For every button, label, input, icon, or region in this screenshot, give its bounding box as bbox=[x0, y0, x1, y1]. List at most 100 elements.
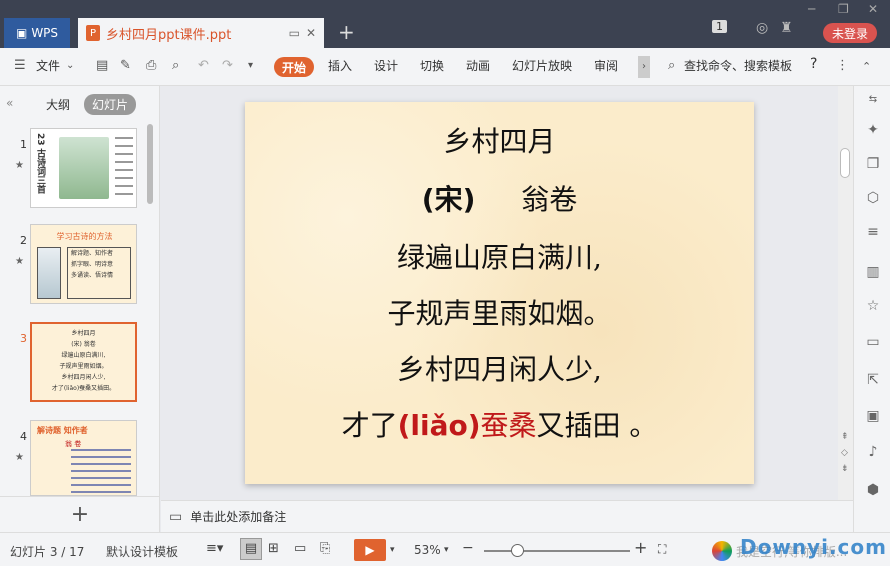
slide-thumb-row[interactable]: 1 ★ 23 古诗词三首 bbox=[0, 128, 150, 212]
command-search[interactable]: 查找命令、搜索模板 bbox=[684, 57, 792, 74]
tab-slideshow[interactable]: 幻灯片放映 bbox=[512, 57, 572, 74]
zoom-value[interactable]: 53% bbox=[414, 543, 441, 557]
zoom-in-icon[interactable]: + bbox=[634, 538, 647, 557]
scroll-nav-icon[interactable]: ◇ bbox=[841, 448, 848, 458]
redo-icon[interactable]: ↷ bbox=[222, 58, 233, 73]
tab-insert[interactable]: 插入 bbox=[328, 57, 352, 74]
collapse-ribbon-icon[interactable]: ⌃ bbox=[862, 60, 871, 73]
zoom-slider-track[interactable] bbox=[484, 550, 630, 552]
zoom-dropdown-icon[interactable]: ▾ bbox=[444, 545, 449, 555]
fit-window-icon[interactable]: ⛶ bbox=[658, 542, 666, 557]
notes-toggle-icon[interactable]: ≡▾ bbox=[206, 541, 223, 556]
highlighted-word: 蚕桑 bbox=[480, 409, 537, 442]
sparkle-icon[interactable]: ✦ bbox=[864, 122, 882, 140]
thumb-text-lines bbox=[115, 137, 133, 197]
normal-view-icon[interactable]: ▤ bbox=[240, 538, 262, 560]
new-tab-button[interactable]: + bbox=[338, 20, 355, 44]
scroll-down-icon[interactable]: ⇟ bbox=[841, 464, 849, 474]
format-painter-icon[interactable]: ✎ bbox=[120, 58, 131, 73]
close-tab-icon[interactable]: ✕ bbox=[306, 26, 316, 40]
tabs-more-icon[interactable]: › bbox=[638, 56, 650, 78]
method-item: 抓字眼、明诗意 bbox=[71, 261, 114, 268]
settings-sliders-icon[interactable]: ≡ bbox=[864, 224, 882, 242]
current-slide[interactable]: 乡村四月 (宋) 翁卷 绿遍山原白满川, 子规声里雨如烟。 乡村四月闲人少, 才… bbox=[245, 102, 754, 484]
menu-icon[interactable]: ☰ bbox=[14, 58, 26, 73]
chevron-down-icon[interactable]: ⌄ bbox=[66, 60, 74, 71]
tab-slides[interactable]: 幻灯片 bbox=[84, 94, 137, 115]
shirt-icon[interactable]: ♜ bbox=[780, 20, 793, 36]
poem-line-1[interactable]: 绿遍山原白满川, bbox=[245, 236, 754, 276]
tab-review[interactable]: 审阅 bbox=[594, 57, 618, 74]
thumb-title: 23 古诗词三首 bbox=[35, 133, 45, 194]
skin-icon[interactable]: ◎ bbox=[756, 20, 768, 36]
add-slide-button[interactable]: + bbox=[0, 496, 160, 532]
zoom-slider-knob[interactable] bbox=[511, 544, 524, 557]
zoom-out-icon[interactable]: − bbox=[462, 540, 474, 556]
notes-bar[interactable]: ▭ 单击此处添加备注 bbox=[161, 500, 853, 532]
save-icon[interactable]: ▤ bbox=[96, 58, 108, 73]
print-preview-icon[interactable]: ⌕ bbox=[172, 58, 179, 73]
notes-placeholder[interactable]: 单击此处添加备注 bbox=[190, 508, 286, 525]
tab-start[interactable]: 开始 bbox=[274, 57, 314, 77]
shield-icon[interactable]: ⬢ bbox=[864, 482, 882, 500]
poem-title[interactable]: 乡村四月 bbox=[245, 120, 754, 160]
canvas-scroll-thumb[interactable] bbox=[840, 148, 850, 178]
collapse-panel-icon[interactable]: « bbox=[6, 96, 13, 110]
print-icon[interactable]: ⎙ bbox=[146, 58, 156, 73]
poem-line-3[interactable]: 乡村四月闲人少, bbox=[245, 348, 754, 388]
template-label[interactable]: 默认设计模板 bbox=[106, 543, 178, 560]
slide-thumb-row[interactable]: 4 ★ 解诗题 知作者 翁 卷 bbox=[0, 420, 150, 504]
window-count-badge[interactable]: 1 bbox=[712, 20, 727, 33]
poem-line-2[interactable]: 子规声里雨如烟。 bbox=[245, 292, 754, 332]
reading-view-icon[interactable]: ▭ bbox=[294, 541, 306, 556]
document-tab[interactable]: P 乡村四月ppt课件.ppt ▭ ✕ bbox=[78, 18, 324, 48]
tab-animation[interactable]: 动画 bbox=[466, 57, 490, 74]
undo-icon[interactable]: ↶ bbox=[198, 58, 209, 73]
expand-sidebar-icon[interactable]: ⇆ bbox=[864, 94, 882, 112]
minimize-icon[interactable]: ─ bbox=[808, 2, 815, 16]
library-icon[interactable]: ▥ bbox=[864, 264, 882, 282]
poem-line-4[interactable]: 才了(liǎo)蚕桑又插田 。 bbox=[245, 404, 754, 444]
tab-outline[interactable]: 大纲 bbox=[46, 96, 70, 113]
login-button[interactable]: 未登录 bbox=[823, 23, 877, 43]
tab-design[interactable]: 设计 bbox=[374, 57, 398, 74]
play-dropdown-icon[interactable]: ▾ bbox=[390, 545, 395, 555]
file-menu[interactable]: 文件 bbox=[36, 57, 60, 74]
maximize-icon[interactable]: ❐ bbox=[838, 2, 849, 16]
star-icon[interactable]: ☆ bbox=[864, 298, 882, 316]
animation-star-icon: ★ bbox=[15, 452, 24, 463]
slide-thumbnail[interactable]: 解诗题 知作者 翁 卷 bbox=[30, 420, 137, 496]
shapes-icon[interactable]: ⬡ bbox=[864, 190, 882, 208]
thumb-line: 绿遍山原白满川, bbox=[61, 352, 106, 359]
presenter-view-icon[interactable]: ⎘ bbox=[320, 541, 330, 556]
thumb-title: 解诗题 知作者 bbox=[37, 426, 88, 435]
thumb-line: (宋) 翁卷 bbox=[71, 341, 96, 348]
archive-icon[interactable]: ▭ bbox=[864, 334, 882, 352]
sorter-view-icon[interactable]: ⊞ bbox=[268, 541, 279, 556]
search-icon: ⌕ bbox=[668, 58, 676, 73]
document-tab-title: 乡村四月ppt课件.ppt bbox=[106, 27, 232, 43]
slides-icon[interactable]: ❐ bbox=[864, 156, 882, 174]
panel-scrollbar[interactable] bbox=[147, 124, 153, 204]
slide-thumbnail[interactable]: 23 古诗词三首 bbox=[30, 128, 137, 208]
quick-access-dropdown-icon[interactable]: ▾ bbox=[248, 60, 253, 71]
slide-thumb-row-active[interactable]: 3 乡村四月 (宋) 翁卷 绿遍山原白满川, 子规声里雨如烟。 乡村四月闲人少,… bbox=[0, 322, 150, 406]
more-vertical-icon[interactable]: ⋮ bbox=[836, 58, 849, 73]
slide-thumbnail[interactable]: 学习古诗的方法 解诗题、知作者 抓字眼、明诗意 多诵读、悟诗情 bbox=[30, 224, 137, 304]
canvas-scrollbar[interactable]: ⇞ ◇ ⇟ bbox=[838, 86, 853, 500]
share-icon[interactable]: ⇱ bbox=[864, 372, 882, 390]
poem-author-line[interactable]: (宋) 翁卷 bbox=[245, 178, 754, 218]
thumb-line: 才了(liǎo)蚕桑又插田。 bbox=[51, 385, 116, 392]
image-icon[interactable]: ▣ bbox=[864, 408, 882, 426]
wps-home-tab[interactable]: ▣ WPS bbox=[4, 18, 70, 48]
tab-transition[interactable]: 切换 bbox=[420, 57, 444, 74]
scroll-up-icon[interactable]: ⇞ bbox=[841, 432, 849, 442]
slide-thumb-row[interactable]: 2 ★ 学习古诗的方法 解诗题、知作者 抓字眼、明诗意 多诵读、悟诗情 bbox=[0, 224, 150, 308]
monitor-icon[interactable]: ▭ bbox=[289, 26, 300, 40]
help-button[interactable]: ? bbox=[810, 56, 817, 72]
wps-label: WPS bbox=[31, 26, 59, 40]
audio-icon[interactable]: ♪ bbox=[864, 444, 882, 462]
close-window-icon[interactable]: ✕ bbox=[868, 2, 878, 16]
slide-thumbnail-active[interactable]: 乡村四月 (宋) 翁卷 绿遍山原白满川, 子规声里雨如烟。 乡村四月闲人少, 才… bbox=[30, 322, 137, 402]
play-slideshow-button[interactable]: ▶ bbox=[354, 539, 386, 561]
